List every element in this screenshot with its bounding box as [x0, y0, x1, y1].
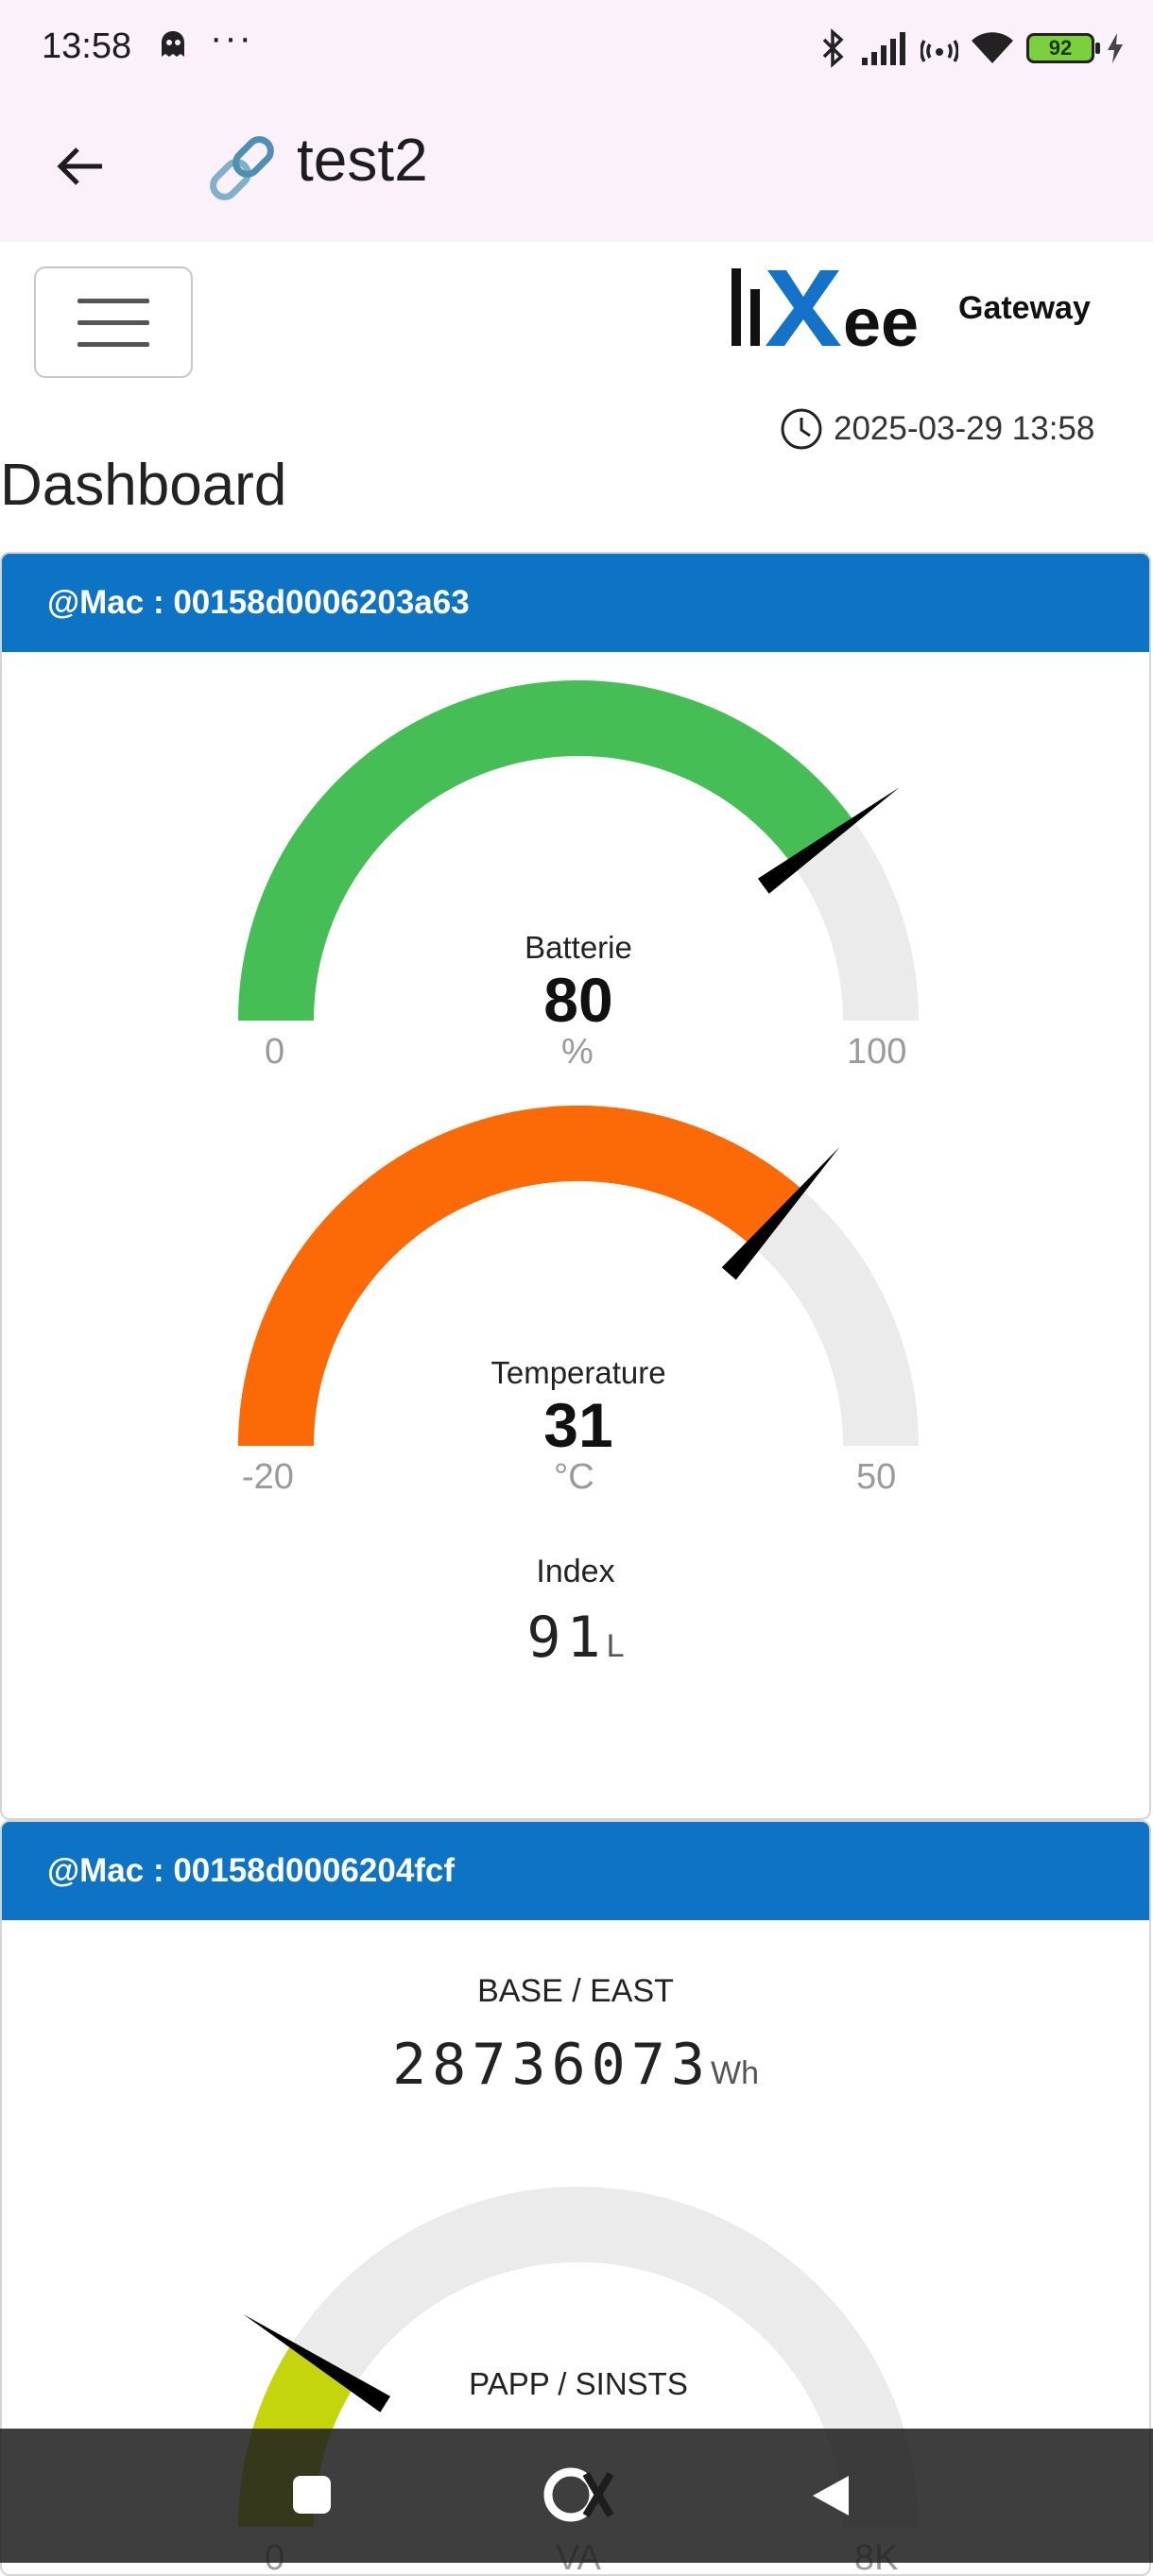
gauge-label: Temperature: [490, 1355, 666, 1390]
wifi-icon: [972, 32, 1013, 63]
card-header: @Mac : 00158d0006203a63: [2, 554, 1149, 652]
battery-icon: 92: [1026, 33, 1100, 63]
card-header: @Mac : 00158d0006204fcf: [2, 1822, 1149, 1920]
status-bar: 13:58 ··· 92: [0, 0, 1153, 94]
counter-value: 28736073Wh: [2, 2032, 1149, 2098]
back-triangle-icon[interactable]: [809, 2472, 852, 2519]
gauge-label: Batterie: [525, 930, 632, 965]
counter-number: 28736073: [392, 2032, 711, 2098]
gauge-max: 50: [856, 1457, 897, 1497]
page-title: Dashboard: [0, 453, 287, 518]
clock-icon: [781, 408, 822, 450]
gauge-max: 100: [847, 1032, 907, 1072]
brand-subtitle: Gateway: [958, 289, 1091, 326]
gauge-value: 80: [543, 965, 613, 1035]
device-card: @Mac : 00158d0006203a63 Batterie 80 0 % …: [0, 552, 1151, 1820]
counter-label: Index: [536, 1554, 615, 1589]
system-nav-bar: [0, 2429, 1153, 2563]
signal-icon: [862, 32, 905, 65]
counter-unit: Wh: [710, 2055, 759, 2091]
battery-gauge: Batterie 80 0 % 100: [229, 679, 928, 1077]
counter-number: 91: [526, 1605, 607, 1671]
status-more-dots: ···: [210, 17, 253, 59]
app-title: test2: [297, 126, 428, 194]
counter-value: 91L: [2, 1605, 1149, 1671]
link-icon: [210, 136, 274, 200]
hamburger-icon-line: [77, 341, 149, 347]
gauge-unit: °C: [554, 1457, 594, 1497]
ghost-icon: [162, 31, 184, 57]
counter-unit: L: [606, 1628, 625, 1664]
hamburger-icon-line: [77, 319, 149, 325]
bluetooth-icon: [822, 28, 844, 68]
datetime-text: 2025-03-29 13:58: [834, 410, 1095, 447]
charging-icon: [1108, 33, 1123, 63]
brand: ee Gateway: [728, 261, 1091, 355]
last-update: 2025-03-29 13:58: [779, 406, 1094, 452]
gauge-value: 31: [543, 1390, 613, 1460]
svg-text:ee: ee: [843, 285, 919, 353]
gauge-label: PAPP / SINSTS: [469, 2366, 688, 2401]
gauge-min: 0: [265, 1032, 285, 1072]
recents-square-icon[interactable]: [289, 2472, 335, 2517]
counter-label: BASE / EAST: [477, 1973, 674, 2009]
app-bar: test2: [0, 94, 1153, 242]
menu-toggle-button[interactable]: [34, 266, 193, 378]
status-time: 13:58: [42, 26, 132, 66]
status-icons: 92: [818, 25, 1125, 72]
gauge-min: -20: [242, 1457, 294, 1497]
lixee-logo: ee: [731, 268, 919, 353]
temperature-gauge: Temperature 31 -20 °C 50: [229, 1105, 928, 1503]
back-button[interactable]: [43, 130, 115, 202]
hotspot-icon: [921, 40, 958, 62]
hamburger-icon-line: [77, 298, 149, 303]
gauge-unit: %: [561, 1032, 594, 1072]
home-circle-icon[interactable]: [539, 2464, 618, 2525]
arrow-left-icon: [57, 147, 102, 185]
